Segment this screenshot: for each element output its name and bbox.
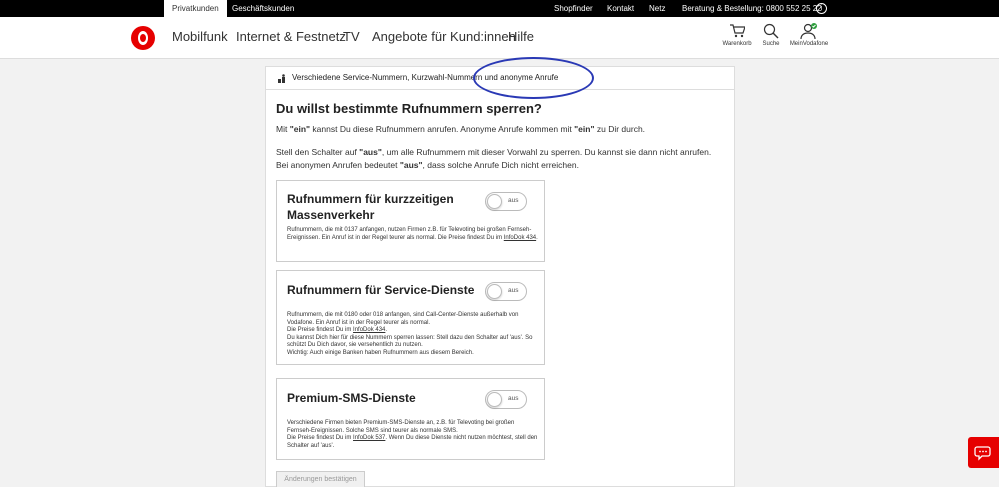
- account-label: MeinVodafone: [789, 41, 829, 47]
- intro2-text: Stell den Schalter auf: [276, 147, 360, 157]
- option-text: Die Preise findest Du im: [287, 435, 354, 441]
- toggle-knob: [487, 392, 502, 407]
- intro2-text-3: , dass solche Anrufe Dich nicht erreiche…: [422, 160, 579, 170]
- option-text: Verschiedene Firmen bieten Premium-SMS-D…: [287, 420, 515, 434]
- intro2-aus: "aus": [359, 147, 382, 157]
- infodok-537-link[interactable]: InfoDok 537: [353, 435, 385, 441]
- option-text: Rufnummern, die mit 0180 oder 018 anfang…: [287, 312, 519, 326]
- main-navigation: Mobilfunk Internet & Festnetz TV Angebot…: [0, 17, 999, 59]
- nav-angebote[interactable]: Angebote für Kund:innen: [372, 29, 516, 44]
- intro1-text-2: kannst Du diese Rufnummern anrufen. Anon…: [310, 124, 575, 134]
- netz-link[interactable]: Netz: [649, 0, 665, 17]
- option-card-massenverkehr: Rufnummern für kurzzeitigen Massenverkeh…: [276, 180, 545, 262]
- option-text: Wichtig: Auch einige Banken haben Rufnum…: [287, 349, 474, 356]
- logo-mark-inner: [140, 34, 146, 42]
- intro1-text-3: zu Dir durch.: [594, 124, 646, 134]
- cart-icon: [730, 24, 745, 38]
- service-dienste-toggle[interactable]: aus: [485, 282, 527, 301]
- massenverkehr-toggle[interactable]: aus: [485, 192, 527, 211]
- hotline-text[interactable]: Beratung & Bestellung: 0800 552 25 22: [682, 0, 822, 17]
- vodafone-logo[interactable]: [131, 26, 155, 50]
- account-button[interactable]: MeinVodafone: [789, 23, 829, 47]
- intro1-ein-2: "ein": [574, 124, 595, 134]
- intro-paragraph-1: Mit "ein" kannst Du diese Rufnummern anr…: [276, 123, 716, 136]
- toggle-knob: [487, 194, 502, 209]
- option-description: Rufnummern, die mit 0180 oder 018 anfang…: [287, 312, 539, 357]
- top-utility-bar: Privatkunden Geschäftskunden Shopfinder …: [0, 0, 999, 17]
- content-card: Verschiedene Service-Nummern, Kurzwahl-N…: [265, 66, 735, 487]
- settings-icon: [278, 74, 285, 83]
- option-text-end: .: [536, 234, 538, 241]
- chat-icon: [974, 446, 991, 461]
- toggle-knob: [487, 284, 502, 299]
- tab-privatkunden[interactable]: Privatkunden: [164, 0, 227, 17]
- option-card-service-dienste: Rufnummern für Service-Dienste aus Rufnu…: [276, 270, 545, 365]
- intro2-aus-2: "aus": [399, 160, 423, 170]
- nav-mobilfunk[interactable]: Mobilfunk: [172, 29, 228, 44]
- option-text-end: .: [385, 327, 388, 333]
- intro-paragraph-2: Stell den Schalter auf "aus", um alle Ru…: [276, 146, 716, 172]
- search-label: Suche: [762, 41, 780, 47]
- infodok-434-link[interactable]: InfoDok 434: [353, 327, 385, 333]
- option-text: Du kannst Dich hier für diese Nummern sp…: [287, 334, 533, 349]
- nav-tv[interactable]: TV: [343, 29, 360, 44]
- cart-button[interactable]: Warenkorb: [721, 23, 753, 47]
- confirm-changes-button[interactable]: Änderungen bestätigen: [276, 471, 365, 487]
- tab-geschaeftskunden[interactable]: Geschäftskunden: [224, 0, 302, 17]
- nav-internet-festnetz[interactable]: Internet & Festnetz: [236, 29, 346, 44]
- option-title: Rufnummern für kurzzeitigen Massenverkeh…: [287, 192, 454, 222]
- option-text: Die Preise findest Du im: [287, 327, 354, 333]
- page-title: Du willst bestimmte Rufnummern sperren?: [276, 101, 542, 116]
- toggle-label: aus: [508, 197, 519, 204]
- intro1-text: Mit: [276, 124, 290, 134]
- option-price-line: Die Preise findest Du im InfoDok 537. We…: [287, 435, 539, 450]
- option-price-line: Die Preise findest Du im InfoDok 434.: [287, 327, 539, 335]
- user-icon: [800, 23, 817, 39]
- nav-hilfe[interactable]: Hilfe: [508, 29, 534, 44]
- option-text: Rufnummern, die mit 0137 anfangen, nutze…: [287, 227, 532, 241]
- option-description: Rufnummern, die mit 0137 anfangen, nutze…: [287, 227, 539, 242]
- kontakt-link[interactable]: Kontakt: [607, 0, 634, 17]
- option-card-premium-sms: Premium-SMS-Dienste aus Verschiedene Fir…: [276, 378, 545, 460]
- premium-sms-toggle[interactable]: aus: [485, 390, 527, 409]
- toggle-label: aus: [508, 395, 519, 402]
- toggle-label: aus: [508, 287, 519, 294]
- option-description: Verschiedene Firmen bieten Premium-SMS-D…: [287, 420, 539, 450]
- search-button[interactable]: Suche: [760, 23, 782, 47]
- highlight-ellipse: [473, 57, 594, 99]
- chat-button[interactable]: [968, 437, 999, 468]
- infodok-434-link[interactable]: InfoDok 434: [504, 235, 536, 241]
- search-icon: [763, 23, 779, 39]
- shopfinder-link[interactable]: Shopfinder: [554, 0, 593, 17]
- option-title: Rufnummern für Service-Dienste: [287, 283, 475, 297]
- info-icon[interactable]: i: [816, 3, 827, 14]
- option-title: Premium-SMS-Dienste: [287, 391, 416, 405]
- cart-label: Warenkorb: [722, 41, 752, 47]
- intro1-ein: "ein": [289, 124, 311, 134]
